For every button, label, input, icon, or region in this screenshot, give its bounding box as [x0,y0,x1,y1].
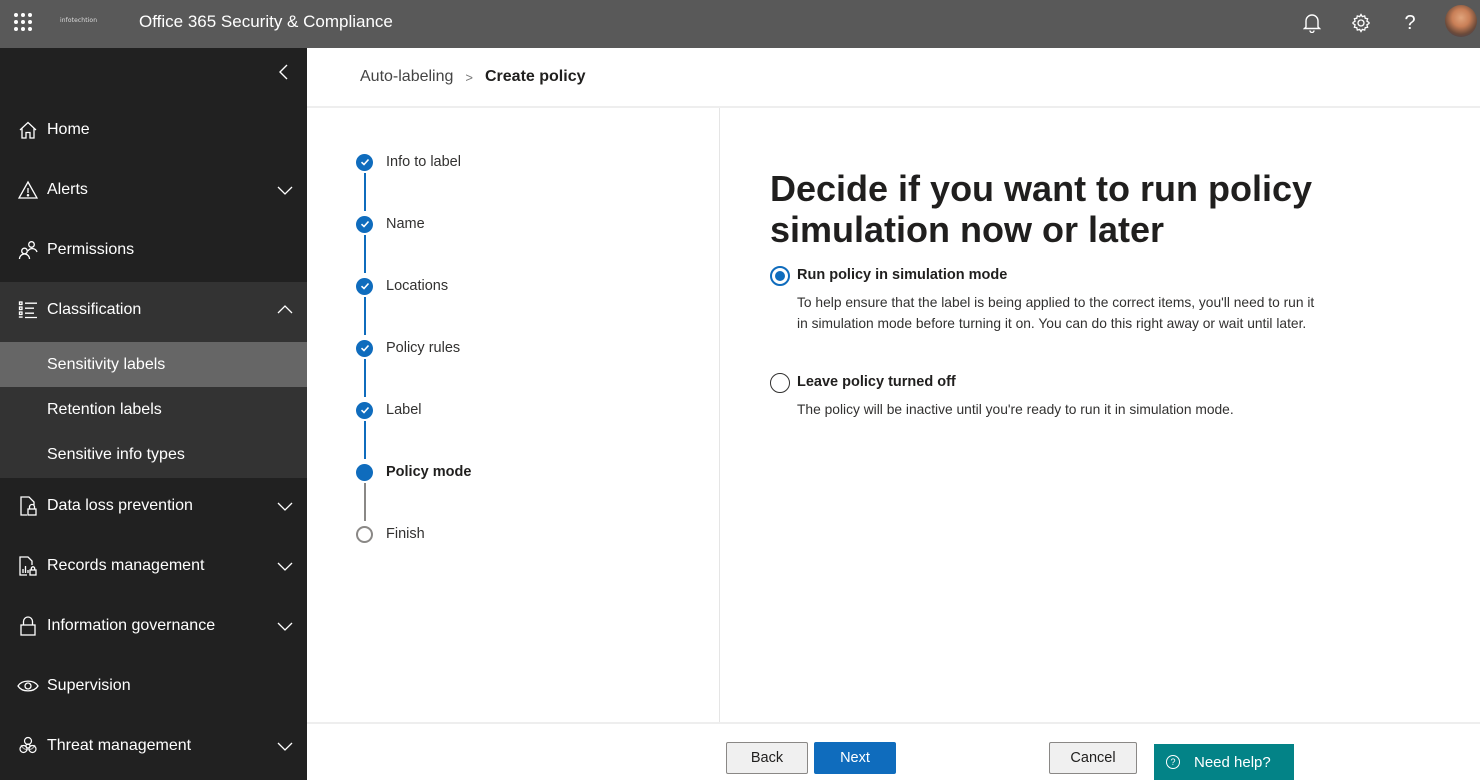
warning-icon [17,179,39,201]
chevron-down-icon[interactable] [276,497,294,515]
wizard-step-locations[interactable]: Locations [356,276,448,296]
wizard-step-label-step[interactable]: Label [356,400,421,420]
lock-icon [17,615,39,637]
step-connector [364,297,366,335]
step-connector [364,421,366,459]
header-divider [307,106,1480,108]
top-bar: infotechtion Office 365 Security & Compl… [0,0,1480,48]
radio-leave-off[interactable] [770,373,790,393]
wizard-step-finish[interactable]: Finish [356,524,425,544]
breadcrumb-separator-icon: > [465,69,473,85]
wizard-step-policy-mode[interactable]: Policy mode [356,462,471,482]
sidebar-item-label: Data loss prevention [47,497,193,514]
chevron-down-icon[interactable] [276,181,294,199]
sidebar-subitem-label: Sensitivity labels [47,355,166,373]
need-help-label: Need help? [1194,753,1271,771]
wizard-step-label: Label [386,402,422,418]
sidebar-item-alerts[interactable]: Alerts [0,160,307,220]
wizard-step-name[interactable]: Name [356,214,425,234]
sidebar-subitem-label: Retention labels [47,400,162,418]
eye-icon [17,675,39,697]
step-connector [364,173,366,211]
biohazard-icon [17,735,39,757]
option-label[interactable]: Run policy in simulation mode [797,267,1007,283]
breadcrumb: Auto-labeling > Create policy [360,68,585,86]
option-description: To help ensure that the label is being a… [797,295,1315,331]
sidebar-item-supervision[interactable]: Supervision [0,656,307,716]
main-content: Auto-labeling > Create policy Info to la… [307,48,1480,780]
chevron-down-icon[interactable] [276,557,294,575]
sidebar-item-label: Records management [47,557,205,574]
step-connector [364,235,366,273]
cancel-button[interactable]: Cancel [1049,742,1137,774]
help-icon[interactable]: ? [1398,11,1422,35]
sidebar-item-label: Threat management [47,737,192,754]
sidebar-item-sensitivity-labels[interactable]: Sensitivity labels [0,342,307,387]
wizard-step-label: Name [386,216,425,232]
chevron-down-icon[interactable] [276,737,294,755]
need-help-button[interactable]: ? Need help? [1154,744,1294,780]
sidebar-item-label: Classification [47,301,142,318]
breadcrumb-parent[interactable]: Auto-labeling [360,68,453,86]
check-circle-icon [356,153,373,171]
bell-icon[interactable] [1300,11,1324,35]
wizard-step-policy-rules[interactable]: Policy rules [356,338,460,358]
sidebar-item-threat-management[interactable]: Threat management [0,716,307,776]
wizard-step-info-to-label[interactable]: Info to label [356,152,461,172]
back-button[interactable]: Back [726,742,808,774]
chevron-up-icon[interactable] [276,301,294,319]
list-icon [17,299,39,321]
step-connector [364,483,366,521]
sidebar-item-label: Information governance [47,617,216,634]
report-lock-icon [17,555,39,577]
wizard-step-label: Policy rules [386,340,461,356]
wizard-step-label: Locations [386,278,449,294]
check-circle-icon [356,339,373,357]
gear-icon[interactable] [1349,11,1373,35]
next-button[interactable]: Next [814,742,896,774]
current-step-icon [356,463,373,481]
option-label[interactable]: Leave policy turned off [797,374,956,390]
app-title: Office 365 Security & Compliance [139,12,393,31]
check-circle-icon [356,215,373,233]
question-circle-icon: ? [1166,755,1180,769]
footer-divider [307,722,1480,724]
sidebar-item-records-management[interactable]: Records management [0,536,307,596]
home-icon [17,119,39,141]
sidebar-item-label: Supervision [47,677,131,694]
wizard-divider [719,108,720,722]
sidebar-item-label: Home [47,121,90,138]
chevron-down-icon[interactable] [276,617,294,635]
wizard-step-label: Info to label [386,154,461,170]
sidebar-subitem-label: Sensitive info types [47,445,185,463]
sidebar-item-data-loss-prevention[interactable]: Data loss prevention [0,476,307,536]
sidebar-item-home[interactable]: Home [0,100,307,160]
chevron-left-icon[interactable] [274,62,294,82]
sidebar-item-label: Permissions [47,241,135,258]
option-description: The policy will be inactive until you're… [797,402,1234,417]
check-circle-icon [356,277,373,295]
breadcrumb-current: Create policy [485,68,586,85]
step-connector [364,359,366,397]
check-circle-icon [356,401,373,419]
sidebar-item-sensitive-info-types[interactable]: Sensitive info types [0,432,307,477]
sidebar-item-retention-labels[interactable]: Retention labels [0,387,307,432]
waffle-icon[interactable] [14,13,32,31]
page-heading: Decide if you want to run policy simulat… [770,168,1313,250]
radio-run-simulation[interactable] [770,266,790,286]
sidebar-item-classification[interactable]: Classification [0,280,307,340]
sidebar-item-permissions[interactable]: Permissions [0,220,307,280]
sidebar-item-label: Alerts [47,181,88,198]
wizard-step-label: Policy mode [386,464,472,480]
document-lock-icon [17,495,39,517]
user-avatar[interactable] [1445,5,1477,37]
people-icon [17,239,39,261]
sidebar: Home Alerts Permissions Classification S… [0,48,307,780]
brand-logo[interactable]: infotechtion [60,17,97,24]
sidebar-item-information-governance[interactable]: Information governance [0,596,307,656]
wizard-step-label: Finish [386,526,425,542]
pending-step-icon [356,525,373,543]
